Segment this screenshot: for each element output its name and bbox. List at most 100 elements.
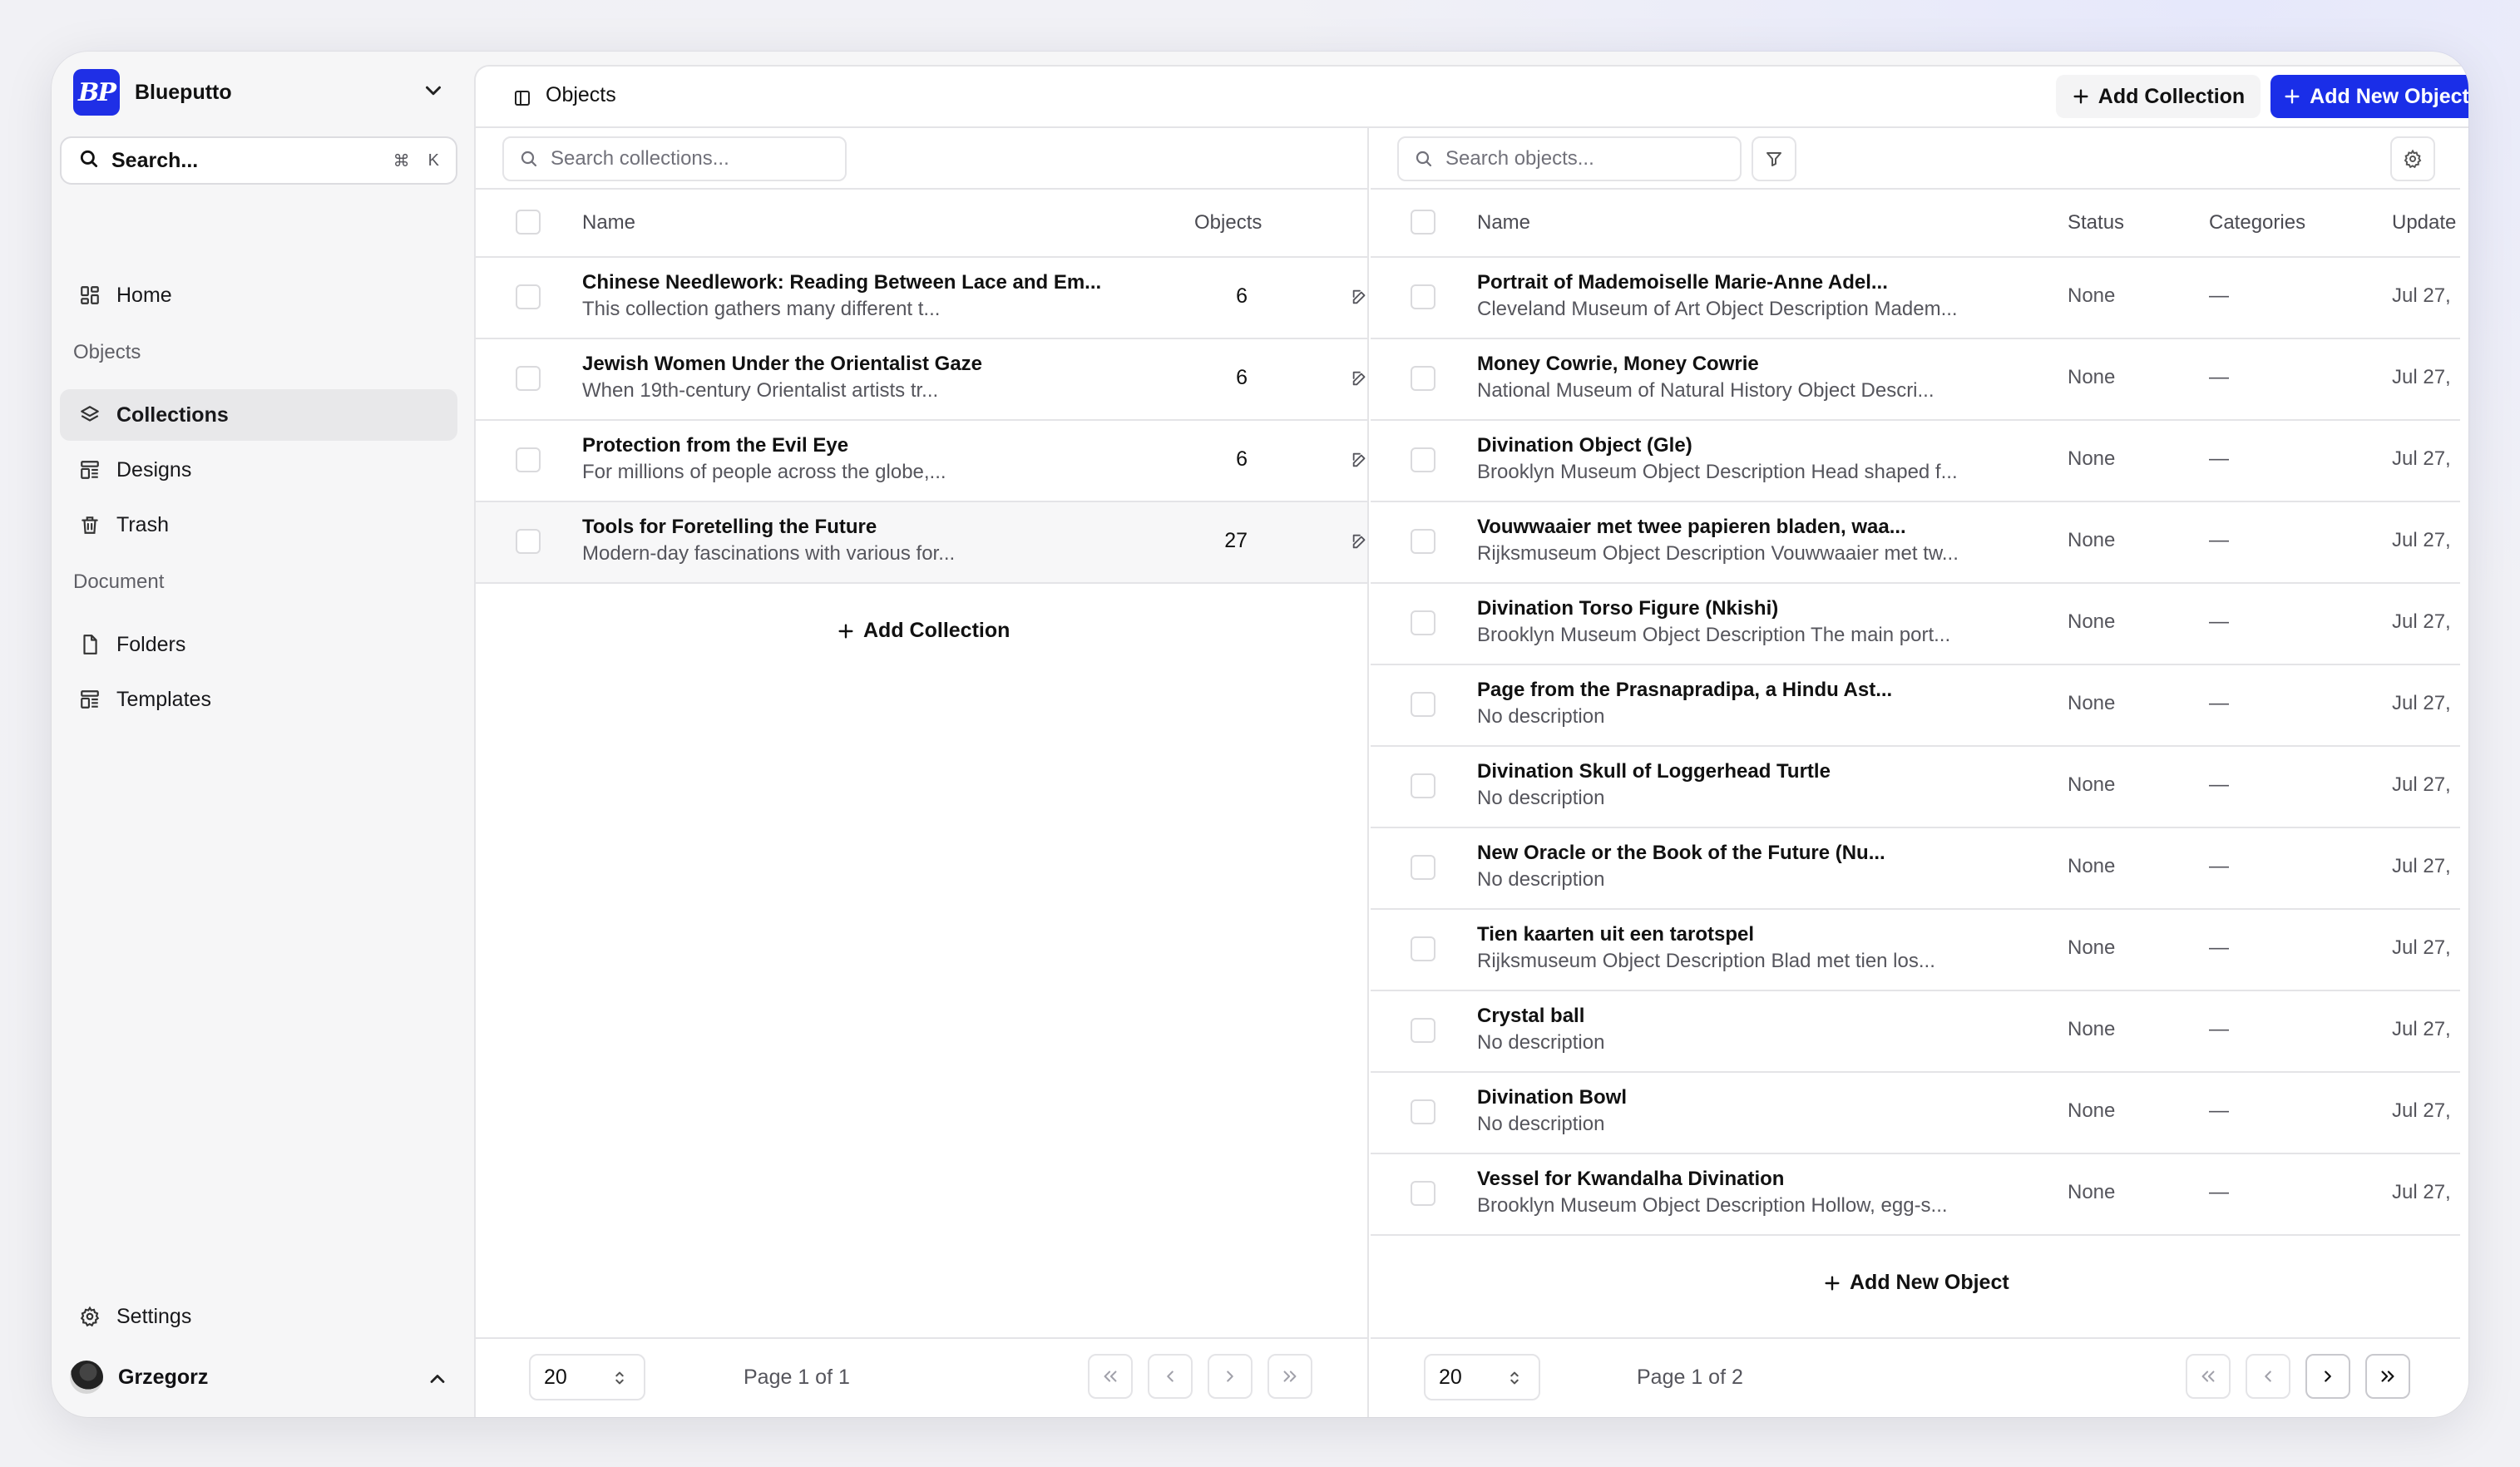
workspace-switcher[interactable]: BP Blueputto <box>73 67 472 118</box>
user-menu[interactable]: Grzegorz <box>70 1352 461 1402</box>
chevron-down-icon <box>421 78 446 107</box>
table-row[interactable]: Portrait of Mademoiselle Marie-Anne Adel… <box>1371 258 2460 339</box>
global-search-button[interactable]: Search... ⌘ K <box>60 136 457 185</box>
row-checkbox[interactable] <box>1411 855 1435 880</box>
row-checkbox[interactable] <box>516 447 541 472</box>
object-title: Divination Bowl <box>1477 1086 1627 1109</box>
row-checkbox[interactable] <box>1411 366 1435 391</box>
workspace-name: Blueputto <box>135 80 232 104</box>
row-checkbox[interactable] <box>1411 692 1435 717</box>
object-status: None <box>2068 529 2116 551</box>
sidebar-item-label: Trash <box>116 512 169 536</box>
row-checkbox[interactable] <box>1411 610 1435 635</box>
object-categories: — <box>2209 366 2229 388</box>
row-checkbox[interactable] <box>1411 1018 1435 1043</box>
table-row[interactable]: Vouwwaaier met twee papieren bladen, waa… <box>1371 502 2460 584</box>
sidebar-item-trash[interactable]: Trash <box>60 499 457 551</box>
object-categories: — <box>2209 855 2229 877</box>
table-row[interactable]: Page from the Prasnapradipa, a Hindu Ast… <box>1371 665 2460 747</box>
row-checkbox[interactable] <box>1411 284 1435 309</box>
page-size-select[interactable]: 20 <box>529 1354 645 1400</box>
page-size-select[interactable]: 20 <box>1424 1354 1540 1400</box>
table-row[interactable]: Money Cowrie, Money Cowrie National Museu… <box>1371 339 2460 421</box>
select-all-checkbox[interactable] <box>1411 210 1435 235</box>
column-header-name[interactable]: Name <box>1477 211 1530 235</box>
table-row[interactable]: Divination Skull of Loggerhead Turtle No … <box>1371 747 2460 828</box>
first-page-button[interactable] <box>2186 1354 2231 1399</box>
object-updated: Jul 27, <box>2392 1181 2451 1203</box>
sidebar-item-settings[interactable]: Settings <box>60 1291 457 1342</box>
select-all-checkbox[interactable] <box>516 210 541 235</box>
row-checkbox[interactable] <box>1411 447 1435 472</box>
table-row[interactable]: Tools for Foretelling the Future Modern-d… <box>476 502 1367 584</box>
object-description: Rijksmuseum Object Description Blad met … <box>1477 950 1935 972</box>
edit-collection-button[interactable] <box>1351 451 1367 473</box>
app-window: BP Blueputto Search... ⌘ K Home Objects <box>52 52 2468 1417</box>
row-checkbox[interactable] <box>516 529 541 554</box>
next-page-button[interactable] <box>1208 1354 1253 1399</box>
object-description: Rijksmuseum Object Description Vouwwaaie… <box>1477 542 1959 565</box>
add-collection-button[interactable]: Add Collection <box>2056 75 2261 118</box>
sidebar-item-designs[interactable]: Designs <box>60 444 457 496</box>
collections-pagination: 20 Page 1 of 1 <box>476 1337 1367 1417</box>
object-categories: — <box>2209 1018 2229 1040</box>
objects-search-input[interactable]: Search objects... <box>1397 136 1742 181</box>
edit-icon <box>1352 452 1366 467</box>
last-page-button[interactable] <box>1267 1354 1312 1399</box>
column-header-objects[interactable]: Objects <box>1194 211 1262 235</box>
table-row[interactable]: Divination Bowl No description None — Jul 27… <box>1371 1073 2460 1154</box>
table-row[interactable]: Divination Object (Gle) Brooklyn Museum O… <box>1371 421 2460 502</box>
sidebar-item-home[interactable]: Home <box>60 269 457 321</box>
edit-collection-button[interactable] <box>1351 369 1367 392</box>
next-page-button[interactable] <box>2305 1354 2350 1399</box>
sidebar-toggle-icon[interactable] <box>512 88 532 112</box>
first-page-button[interactable] <box>1088 1354 1133 1399</box>
collection-description: This collection gathers many different t… <box>582 298 941 320</box>
edit-collection-button[interactable] <box>1351 532 1367 555</box>
previous-page-button[interactable] <box>1148 1354 1193 1399</box>
filter-button[interactable] <box>1752 136 1796 181</box>
row-checkbox[interactable] <box>1411 1099 1435 1124</box>
table-settings-button[interactable] <box>2390 136 2435 181</box>
add-new-object-link[interactable]: Add New Object <box>1823 1271 2009 1295</box>
object-updated: Jul 27, <box>2392 447 2451 470</box>
sidebar-item-folders[interactable]: Folders <box>60 619 457 670</box>
table-row[interactable]: Divination Torso Figure (Nkishi) Brooklyn… <box>1371 584 2460 665</box>
collection-object-count: 6 <box>1236 447 1248 471</box>
edit-collection-button[interactable] <box>1351 288 1367 310</box>
column-header-updated[interactable]: Update <box>2392 211 2456 235</box>
objects-pagination: 20 Page 1 of 2 <box>1371 1337 2460 1417</box>
column-header-categories[interactable]: Categories <box>2209 211 2305 235</box>
column-header-name[interactable]: Name <box>582 211 635 235</box>
object-status: None <box>2068 692 2116 714</box>
table-row[interactable]: Tien kaarten uit een tarotspel Rijksmuseu… <box>1371 910 2460 991</box>
add-new-object-button[interactable]: Add New Object <box>2270 75 2468 118</box>
last-page-button[interactable] <box>2365 1354 2410 1399</box>
object-updated: Jul 27, <box>2392 1099 2451 1122</box>
collections-search-input[interactable]: Search collections... <box>502 136 847 181</box>
table-row[interactable]: Vessel for Kwandalha Divination Brooklyn … <box>1371 1154 2460 1236</box>
column-header-status[interactable]: Status <box>2068 211 2124 235</box>
row-checkbox[interactable] <box>1411 773 1435 798</box>
object-categories: — <box>2209 1181 2229 1203</box>
table-row[interactable]: Crystal ball No description None — Jul 27, <box>1371 991 2460 1073</box>
sidebar-item-templates[interactable]: Templates <box>60 674 457 725</box>
table-row[interactable]: Chinese Needlework: Reading Between Lace… <box>476 258 1367 339</box>
add-collection-link[interactable]: Add Collection <box>837 619 1010 643</box>
object-updated: Jul 27, <box>2392 936 2451 959</box>
row-checkbox[interactable] <box>1411 1181 1435 1206</box>
table-row[interactable]: Protection from the Evil Eye For millions… <box>476 421 1367 502</box>
table-row[interactable]: Jewish Women Under the Orientalist Gaze W… <box>476 339 1367 421</box>
row-checkbox[interactable] <box>516 284 541 309</box>
row-checkbox[interactable] <box>1411 936 1435 961</box>
sidebar-item-collections[interactable]: Collections <box>60 389 457 441</box>
object-updated: Jul 27, <box>2392 855 2451 877</box>
search-placeholder: Search objects... <box>1445 147 1594 170</box>
row-checkbox[interactable] <box>1411 529 1435 554</box>
sidebar-item-label: Folders <box>116 632 186 656</box>
row-checkbox[interactable] <box>516 366 541 391</box>
previous-page-button[interactable] <box>2246 1354 2290 1399</box>
object-title: Page from the Prasnapradipa, a Hindu Ast… <box>1477 679 1893 701</box>
plus-icon <box>838 623 853 639</box>
table-row[interactable]: New Oracle or the Book of the Future (Nu… <box>1371 828 2460 910</box>
